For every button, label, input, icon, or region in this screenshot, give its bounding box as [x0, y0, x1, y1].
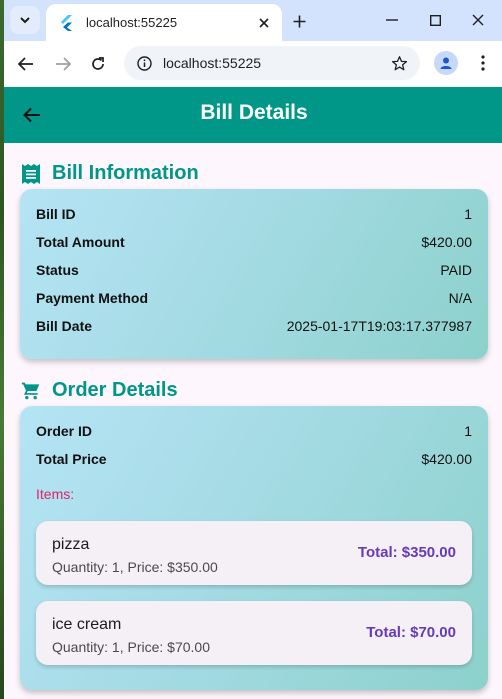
order-item-card: pizza Quantity: 1, Price: $350.00 Total:… [36, 521, 472, 585]
browser-toolbar: localhost:55225 [4, 41, 502, 87]
order-details-card: Order ID 1 Total Price $420.00 Items: pi… [20, 406, 488, 690]
browser-window: localhost:55225 localhost:55225 Bill Det… [4, 0, 502, 699]
bill-id-row: Bill ID 1 [36, 204, 472, 224]
url-text[interactable]: localhost:55225 [163, 55, 388, 71]
app-bar: Bill Details [4, 87, 502, 143]
status-row: Status PAID [36, 260, 472, 280]
section-title: Order Details [52, 379, 178, 401]
item-quantity-price: Quantity: 1, Price: $350.00 [52, 559, 218, 575]
row-label: Total Price [36, 451, 107, 467]
bill-details-content: Bill Information Bill ID 1 Total Amount … [4, 143, 502, 699]
bill-date-row: Bill Date 2025-01-17T19:03:17.377987 [36, 316, 472, 336]
forward-nav-icon[interactable] [50, 51, 76, 77]
maximize-icon[interactable] [421, 6, 449, 34]
address-bar[interactable]: localhost:55225 [124, 46, 420, 80]
more-menu-icon[interactable] [472, 51, 494, 75]
close-window-icon[interactable] [464, 6, 492, 34]
row-value: 1 [464, 206, 472, 222]
close-tab-icon[interactable] [254, 13, 274, 33]
row-label: Total Amount [36, 234, 125, 250]
order-item-card: ice cream Quantity: 1, Price: $70.00 Tot… [36, 601, 472, 665]
item-total: Total: $70.00 [366, 624, 456, 641]
item-name: pizza [52, 536, 90, 553]
order-id-row: Order ID 1 [36, 421, 472, 441]
minimize-icon[interactable] [378, 6, 406, 34]
item-name: ice cream [52, 616, 122, 633]
tab-search-button[interactable] [10, 6, 40, 34]
tab-title: localhost:55225 [86, 15, 178, 30]
payment-method-row: Payment Method N/A [36, 288, 472, 308]
item-quantity-price: Quantity: 1, Price: $70.00 [52, 639, 210, 655]
row-value: PAID [440, 262, 472, 278]
order-details-heading: Order Details [20, 379, 178, 402]
bill-information-card: Bill ID 1 Total Amount $420.00 Status PA… [20, 189, 488, 359]
row-label: Payment Method [36, 290, 149, 306]
profile-avatar-icon[interactable] [434, 51, 458, 75]
chevron-down-icon [20, 17, 30, 24]
shopping-cart-icon [20, 380, 42, 402]
browser-tab[interactable]: localhost:55225 [46, 4, 282, 41]
bill-information-heading: Bill Information [20, 162, 199, 185]
row-label: Bill ID [36, 206, 76, 222]
section-title: Bill Information [52, 162, 199, 184]
row-value: 1 [464, 423, 472, 439]
row-value: 2025-01-17T19:03:17.377987 [286, 318, 472, 334]
reload-icon[interactable] [85, 51, 111, 77]
row-value: $420.00 [421, 234, 472, 250]
receipt-icon [20, 163, 42, 185]
total-amount-row: Total Amount $420.00 [36, 232, 472, 252]
item-total: Total: $350.00 [357, 544, 456, 561]
row-value: N/A [448, 290, 472, 306]
row-label: Status [36, 262, 79, 278]
bookmark-star-icon[interactable] [388, 52, 410, 74]
site-info-icon[interactable] [136, 55, 152, 71]
items-label: Items: [36, 486, 75, 502]
flutter-icon [58, 14, 74, 31]
back-nav-icon[interactable] [13, 51, 39, 77]
row-label: Bill Date [36, 318, 93, 334]
total-price-row: Total Price $420.00 [36, 449, 472, 469]
new-tab-icon[interactable] [287, 9, 311, 33]
page-title: Bill Details [200, 101, 308, 124]
row-value: $420.00 [421, 451, 472, 467]
tab-strip: localhost:55225 [4, 0, 502, 41]
row-label: Order ID [36, 423, 93, 439]
